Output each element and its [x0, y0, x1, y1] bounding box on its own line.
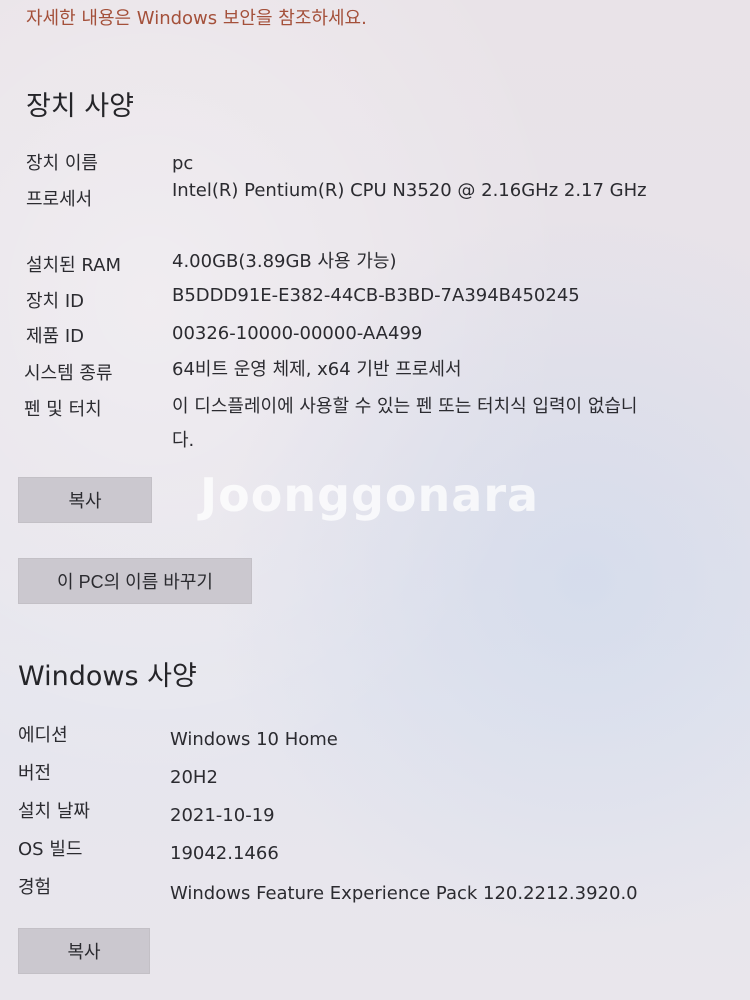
- device-id-label: 장치 ID: [26, 291, 85, 312]
- edition-label: 에디션: [18, 725, 68, 746]
- device-name-label: 장치 이름: [26, 153, 98, 174]
- version-label: 버전: [18, 763, 52, 784]
- install-date-label: 설치 날짜: [18, 801, 90, 822]
- installed-ram-label: 설치된 RAM: [26, 255, 122, 276]
- pen-touch-value: 이 디스플레이에 사용할 수 있는 펜 또는 터치식 입력이 없습니다.: [172, 396, 638, 451]
- system-type-value: 64비트 운영 체제, x64 기반 프로세서: [172, 359, 462, 380]
- system-type-label: 시스템 종류: [24, 363, 113, 384]
- version-value: 20H2: [170, 767, 218, 788]
- processor-value: Intel(R) Pentium(R) CPU N3520 @ 2.16GHz …: [172, 180, 647, 201]
- device-id-value: B5DDD91E-E382-44CB-B3BD-7A394B450245: [172, 285, 580, 306]
- joonggonara-watermark: Joonggonara: [200, 468, 540, 522]
- os-build-value: 19042.1466: [170, 843, 279, 864]
- windows-copy-button[interactable]: 복사: [18, 928, 150, 974]
- device-specs-heading: 장치 사양: [26, 91, 134, 122]
- os-build-label: OS 빌드: [18, 839, 83, 860]
- experience-value: Windows Feature Experience Pack 120.2212…: [170, 883, 638, 904]
- install-date-value: 2021-10-19: [170, 805, 275, 826]
- rename-pc-button[interactable]: 이 PC의 이름 바꾸기: [18, 558, 252, 604]
- pen-touch-label: 펜 및 터치: [24, 399, 102, 420]
- settings-about-page: 자세한 내용은 Windows 보안을 참조하세요. 장치 사양 장치 이름 p…: [0, 0, 750, 1000]
- edition-value: Windows 10 Home: [170, 729, 338, 750]
- processor-label: 프로세서: [26, 189, 93, 210]
- windows-specs-heading: Windows 사양: [18, 661, 197, 692]
- device-copy-button[interactable]: 복사: [18, 477, 152, 523]
- product-id-value: 00326-10000-00000-AA499: [172, 323, 423, 344]
- product-id-label: 제품 ID: [26, 326, 85, 347]
- installed-ram-value: 4.00GB(3.89GB 사용 가능): [172, 251, 397, 272]
- windows-security-link[interactable]: 자세한 내용은 Windows 보안을 참조하세요.: [26, 4, 367, 30]
- experience-label: 경험: [18, 877, 52, 898]
